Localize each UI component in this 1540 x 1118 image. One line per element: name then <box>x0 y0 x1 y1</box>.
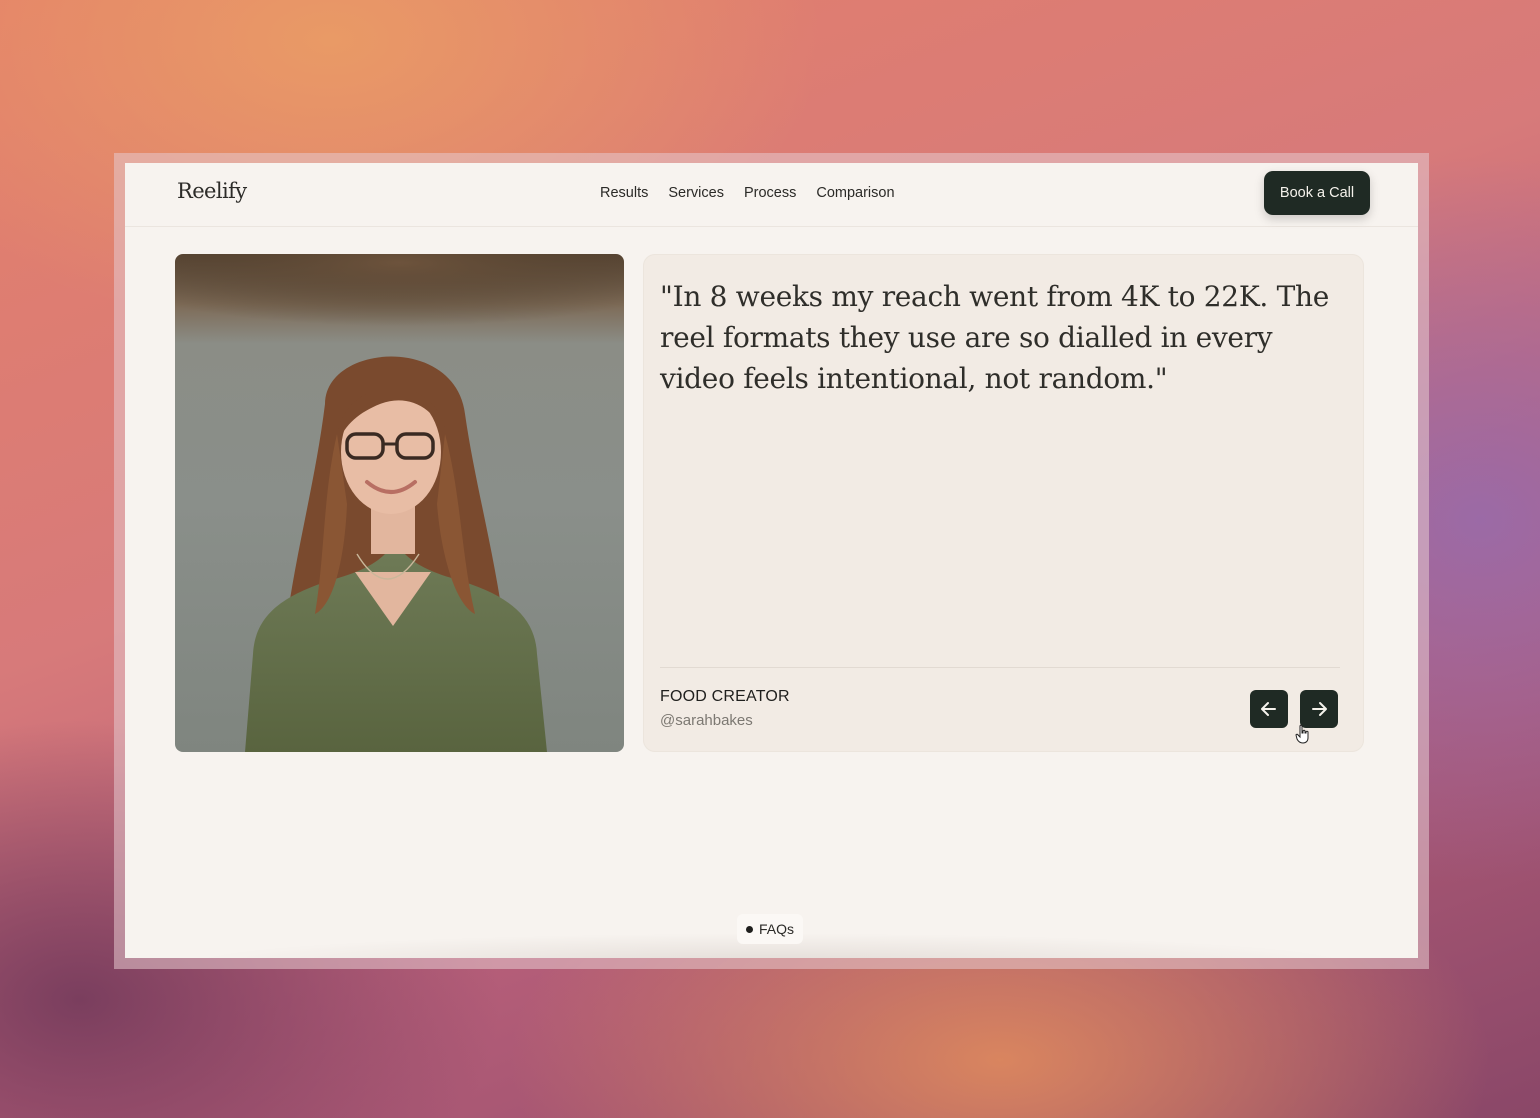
faqs-chip[interactable]: FAQs <box>737 914 804 944</box>
testimonial-quote: "In 8 weeks my reach went from 4K to 22K… <box>660 280 1330 395</box>
portrait-illustration <box>175 254 624 752</box>
book-a-call-button[interactable]: Book a Call <box>1264 171 1370 215</box>
testimonial-photo <box>175 254 624 752</box>
arrow-left-icon <box>1261 702 1276 716</box>
hand-cursor-icon <box>1295 724 1309 744</box>
next-testimonial-button[interactable] <box>1300 690 1338 728</box>
author-role: FOOD CREATOR <box>660 688 790 705</box>
site-header: Reelify Results Services Process Compari… <box>125 163 1418 227</box>
previous-testimonial-button[interactable] <box>1250 690 1288 728</box>
arrow-right-icon <box>1312 702 1327 716</box>
main-nav: Results Services Process Comparison <box>600 185 895 201</box>
web-page: Reelify Results Services Process Compari… <box>125 163 1418 958</box>
testimonial-card: "In 8 weeks my reach went from 4K to 22K… <box>643 254 1364 752</box>
nav-services[interactable]: Services <box>668 185 724 201</box>
nav-process[interactable]: Process <box>744 185 796 201</box>
site-logo[interactable]: Reelify <box>177 179 247 203</box>
author-handle: @sarahbakes <box>660 712 753 729</box>
nav-comparison[interactable]: Comparison <box>816 185 894 201</box>
faqs-label: FAQs <box>759 921 795 937</box>
bullet-dot-icon <box>746 925 753 933</box>
card-divider <box>660 667 1340 668</box>
nav-results[interactable]: Results <box>600 185 648 201</box>
